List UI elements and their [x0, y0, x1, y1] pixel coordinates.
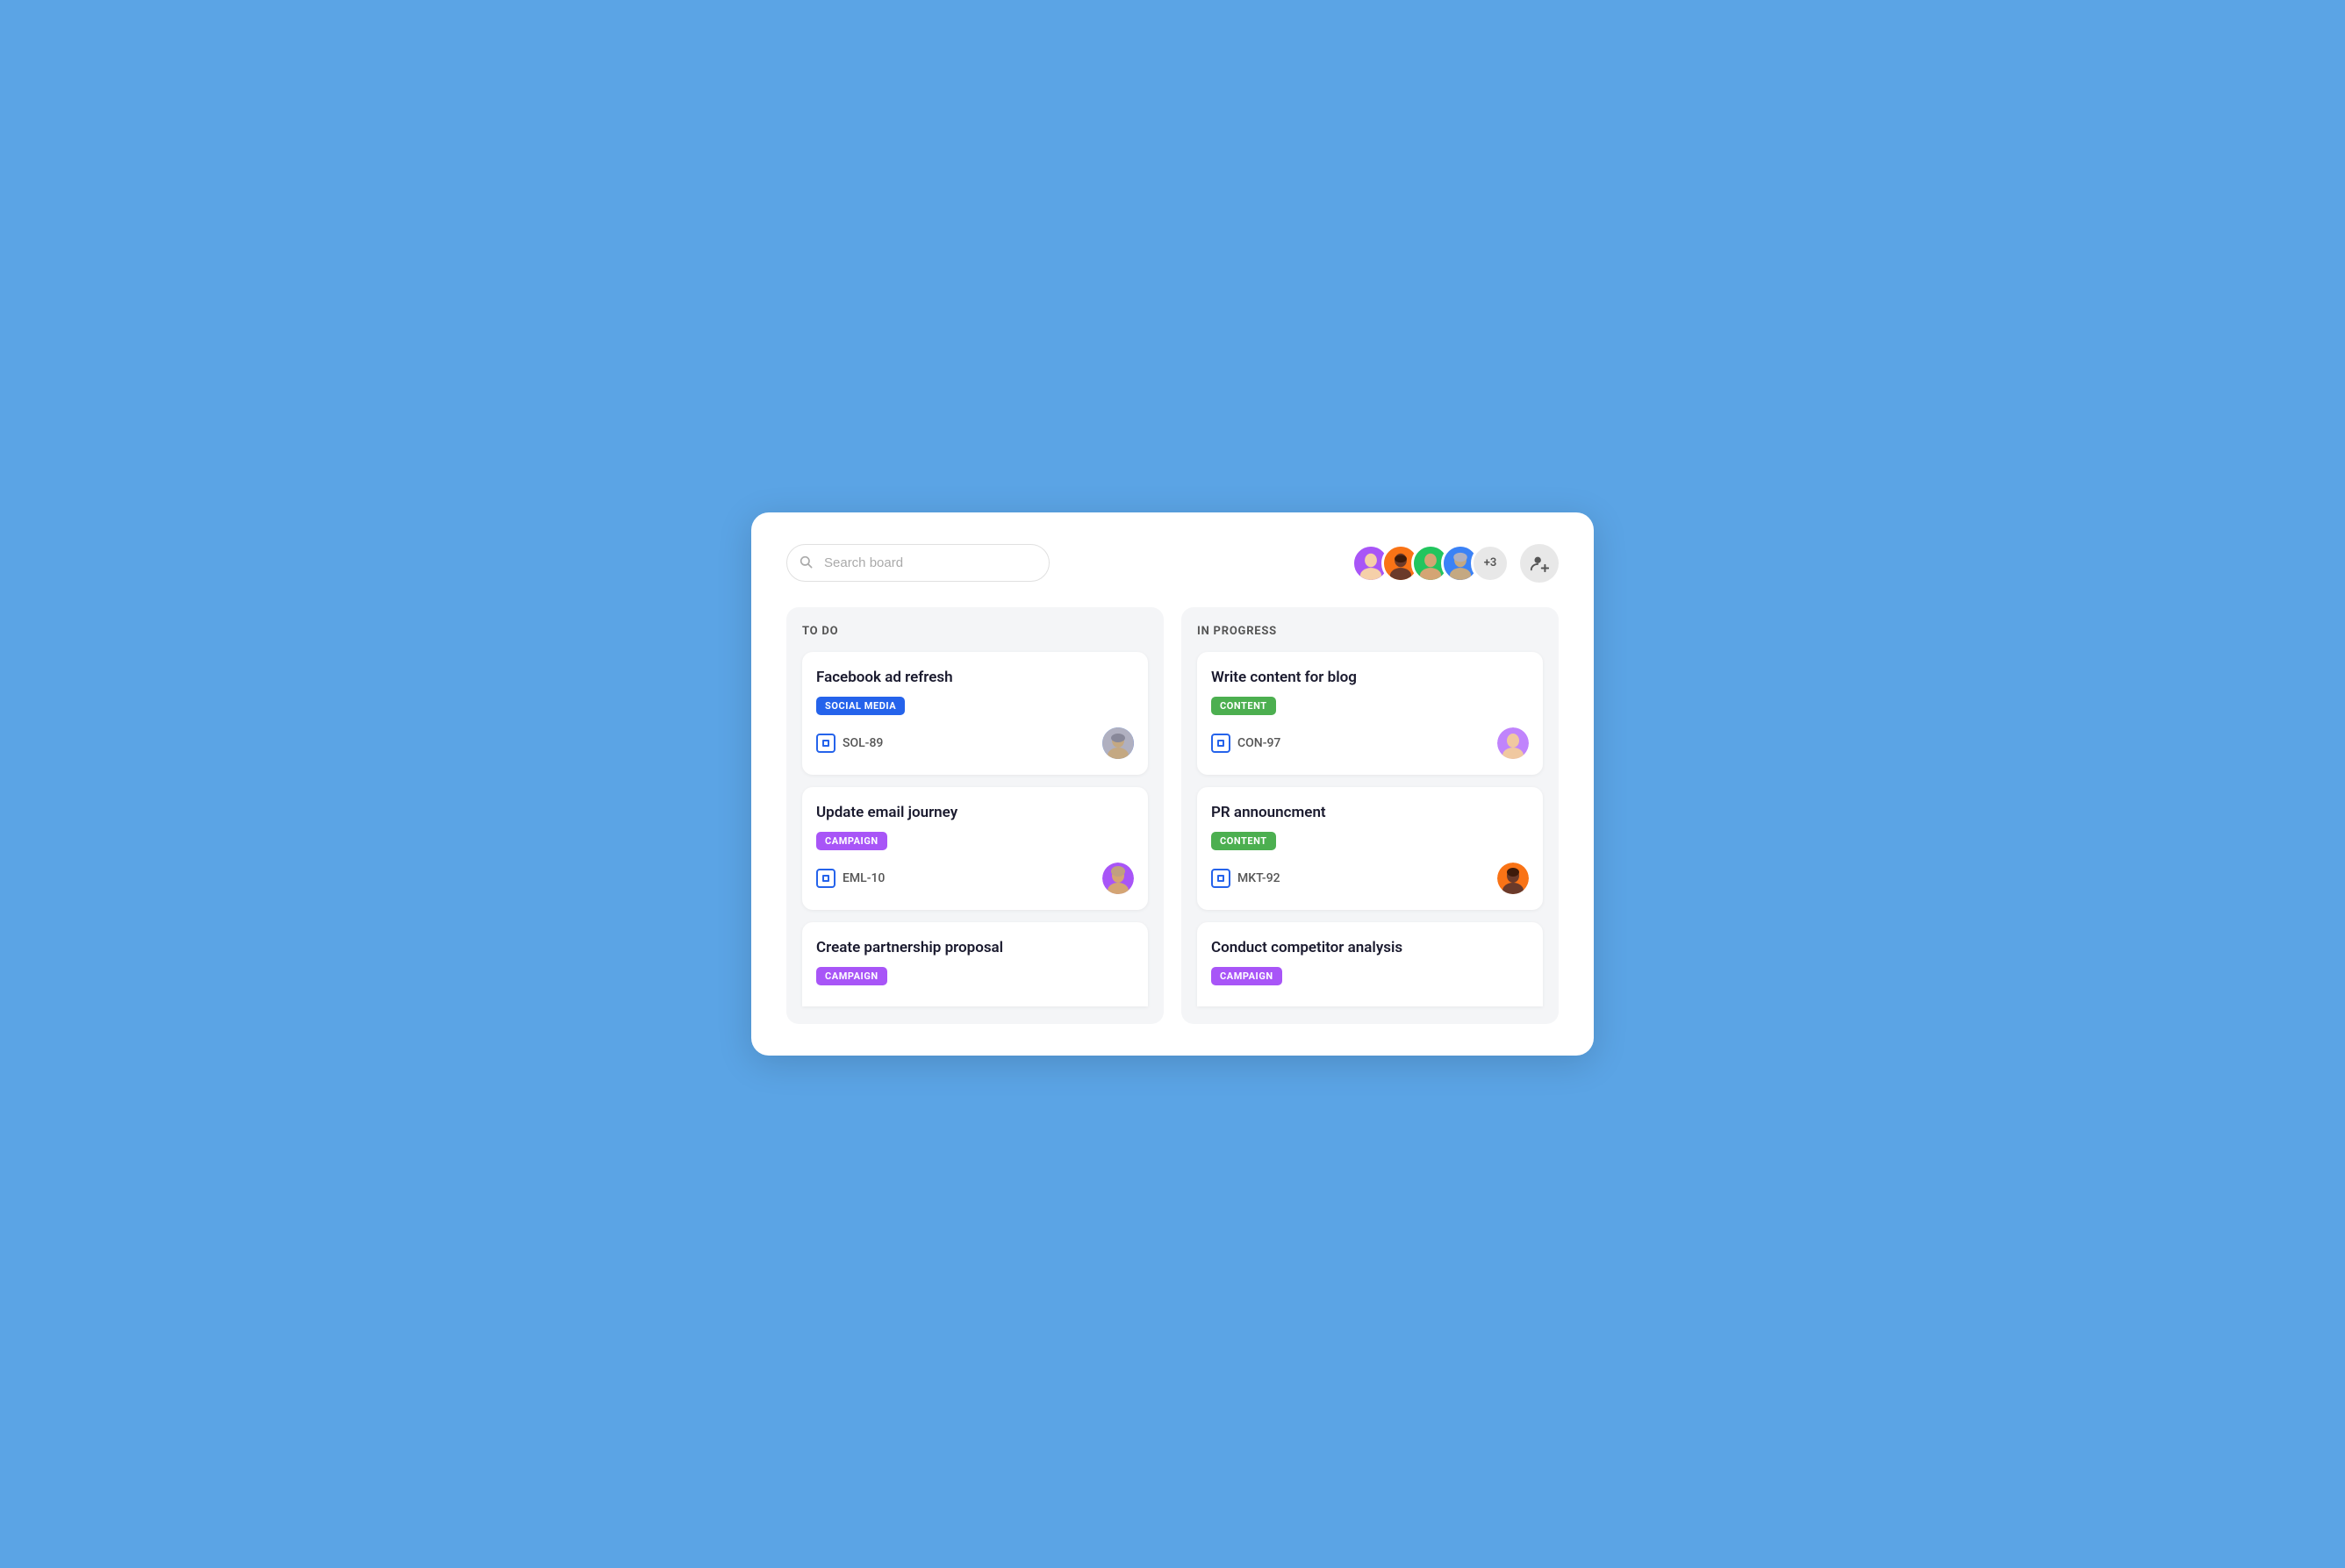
column-todo: TO DO Facebook ad refresh SOCIAL MEDIA S… [786, 607, 1164, 1024]
search-wrapper [786, 544, 1050, 582]
card-title: Update email journey [816, 803, 1134, 822]
board-header: +3 [786, 544, 1559, 583]
ticket-icon-inner [822, 875, 829, 882]
card-assignee-avatar [1497, 727, 1529, 759]
add-member-button[interactable] [1520, 544, 1559, 583]
card-pr-announcement: PR announcment CONTENT MKT-92 [1197, 787, 1543, 910]
card-title: Create partnership proposal [816, 938, 1134, 957]
card-ticket-id: SOL-89 [816, 734, 883, 753]
column-in-progress: IN PROGRESS Write content for blog CONTE… [1181, 607, 1559, 1024]
tag-campaign: CAMPAIGN [816, 832, 887, 850]
tag-content: CONTENT [1211, 832, 1276, 850]
card-ticket-id: MKT-92 [1211, 869, 1280, 888]
board-container: +3 TO DO Facebook ad refresh SOCIAL MEDI… [751, 512, 1594, 1056]
column-in-progress-title: IN PROGRESS [1197, 625, 1543, 638]
card-partnership-partial: Create partnership proposal CAMPAIGN [802, 922, 1148, 1006]
card-title: Conduct competitor analysis [1211, 938, 1529, 957]
card-footer: EML-10 [816, 863, 1134, 894]
card-title: PR announcment [1211, 803, 1529, 822]
card-blog-content: Write content for blog CONTENT CON-97 [1197, 652, 1543, 775]
tag-social-media: SOCIAL MEDIA [816, 697, 905, 715]
avatar-group: +3 [1352, 544, 1510, 583]
tag-campaign: CAMPAIGN [816, 967, 887, 985]
card-title: Write content for blog [1211, 668, 1529, 687]
card-ticket-id: CON-97 [1211, 734, 1280, 753]
ticket-icon [816, 869, 835, 888]
ticket-icon [1211, 869, 1230, 888]
ticket-icon-inner [1217, 875, 1224, 882]
card-assignee-avatar [1102, 727, 1134, 759]
card-competitor-partial: Conduct competitor analysis CAMPAIGN [1197, 922, 1543, 1006]
avatar-more-count: +3 [1471, 544, 1510, 583]
card-footer: SOL-89 [816, 727, 1134, 759]
card-assignee-avatar [1102, 863, 1134, 894]
tag-campaign: CAMPAIGN [1211, 967, 1282, 985]
card-footer: CON-97 [1211, 727, 1529, 759]
ticket-icon [1211, 734, 1230, 753]
ticket-icon-inner [1217, 740, 1224, 747]
search-icon [799, 555, 813, 572]
board-columns: TO DO Facebook ad refresh SOCIAL MEDIA S… [786, 607, 1559, 1024]
search-input[interactable] [786, 544, 1050, 582]
card-footer: MKT-92 [1211, 863, 1529, 894]
ticket-icon [816, 734, 835, 753]
card-assignee-avatar [1497, 863, 1529, 894]
card-ticket-id: EML-10 [816, 869, 885, 888]
column-todo-title: TO DO [802, 625, 1148, 638]
header-right: +3 [1352, 544, 1559, 583]
tag-content: CONTENT [1211, 697, 1276, 715]
card-facebook-ad: Facebook ad refresh SOCIAL MEDIA SOL-89 [802, 652, 1148, 775]
ticket-icon-inner [822, 740, 829, 747]
card-email-journey: Update email journey CAMPAIGN EML-10 [802, 787, 1148, 910]
card-title: Facebook ad refresh [816, 668, 1134, 687]
